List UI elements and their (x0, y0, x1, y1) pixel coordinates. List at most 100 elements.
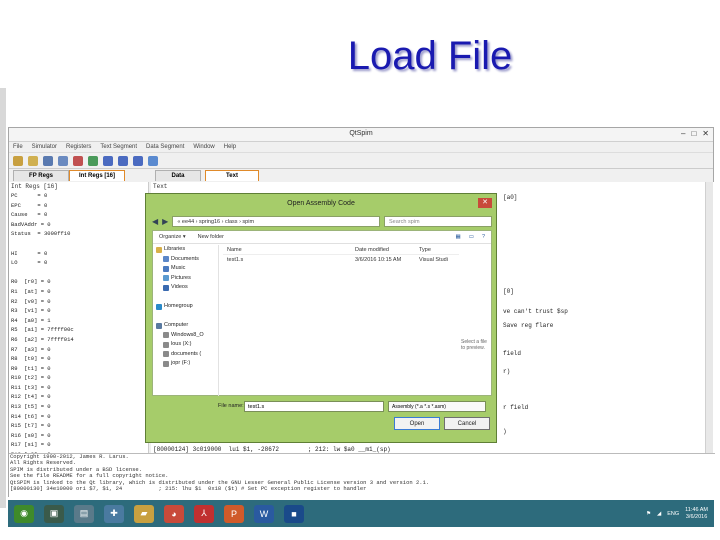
folder-icon[interactable]: ▰ (134, 504, 154, 523)
register-row: R1 [at] = 0 (11, 287, 51, 295)
documents-icon (163, 256, 169, 263)
menubar: File Simulator Registers Text Segment Da… (9, 142, 713, 153)
column-name[interactable]: Name (223, 245, 355, 254)
tab-fp-regs[interactable]: FP Regs (13, 170, 69, 181)
message-log: Copyright 1990-2012, James R. Larus. All… (9, 453, 715, 498)
tab-text[interactable]: Text (205, 170, 259, 181)
tree-node[interactable]: Music (153, 264, 218, 274)
clear-registers-icon[interactable] (73, 155, 83, 166)
print-icon[interactable] (58, 155, 68, 166)
register-row: R4 [a0] = 1 (11, 316, 51, 324)
menu-data-segment[interactable]: Data Segment (146, 144, 184, 150)
clock[interactable]: 11:46 AM 3/6/2016 (685, 507, 708, 521)
tab-data[interactable]: Data (155, 170, 201, 181)
address-bar-row: ◀ ▶ « ee44 › spring16 › class › spim Sea… (152, 214, 492, 228)
register-row: LO = 0 (11, 259, 48, 267)
tree-node-label: Windows8_O (171, 331, 204, 338)
text-line: [a0] (503, 194, 518, 201)
chrome-icon[interactable]: ◕ (164, 504, 184, 523)
monitor-icon[interactable]: ▣ (44, 504, 64, 523)
computer-icon[interactable]: ▤ (74, 504, 94, 523)
stop-icon[interactable] (118, 155, 128, 166)
word-icon[interactable]: W (254, 504, 274, 523)
taskbar-apps: ◉ ▣ ▤ ✚ ▰ ◕ ⅄ P W ■ (14, 504, 304, 523)
file-type-select[interactable]: Assembly (*.a *.s *.asm) (388, 401, 486, 412)
start-icon[interactable]: ◉ (14, 504, 34, 523)
network-icon[interactable]: ✚ (104, 504, 124, 523)
tree-node[interactable]: Pictures (153, 274, 218, 284)
pdf-icon[interactable]: ⅄ (194, 504, 214, 523)
register-row: R12 [t4] = 0 (11, 393, 51, 401)
path-breadcrumb[interactable]: « ee44 › spring16 › class › spim (172, 215, 380, 227)
tree-node[interactable]: jopr (F:) (153, 359, 218, 369)
register-row: R16 [s0] = 0 (11, 431, 51, 439)
menu-simulator[interactable]: Simulator (32, 144, 57, 150)
open-file-dialog: Open Assembly Code ✕ ◀ ▶ « ee44 › spring… (145, 193, 497, 443)
help-icon[interactable]: ? (482, 234, 485, 240)
tree-node[interactable]: Windows8_O (153, 331, 218, 341)
new-folder-button[interactable]: New folder (198, 234, 224, 240)
register-row (9, 239, 148, 249)
menu-text-segment[interactable]: Text Segment (100, 144, 137, 150)
tree-node-label: Homegroup (164, 303, 193, 309)
run-icon[interactable] (88, 155, 98, 166)
tree-node[interactable]: Computer (153, 321, 218, 331)
minimize-icon[interactable]: – (681, 129, 685, 138)
tree-node (153, 293, 218, 303)
maximize-icon[interactable]: □ (691, 129, 696, 138)
tree-node-label: Computer (164, 322, 189, 328)
reinitialize-icon[interactable] (28, 155, 38, 166)
tree-node[interactable]: Homegroup (153, 302, 218, 312)
text-pane-label: Text (153, 183, 168, 190)
file-name-field[interactable]: test1.s (244, 401, 384, 412)
powerpoint-icon[interactable]: P (224, 504, 244, 523)
navigation-tree: Libraries Documents Music Pictures Videos Hom… (153, 245, 219, 396)
dialog-titlebar[interactable]: Open Assembly Code ✕ (146, 194, 496, 212)
qtspim-icon[interactable]: ■ (284, 504, 304, 523)
tree-node[interactable]: Documents (153, 255, 218, 265)
tree-node-label: Documents (171, 255, 199, 262)
organize-button[interactable]: Organize ▾ (159, 234, 186, 240)
menu-window[interactable]: Window (193, 144, 214, 150)
register-row: R2 [v0] = 0 (11, 297, 51, 305)
tree-node[interactable]: documents ( (153, 350, 218, 360)
text-line: field (503, 350, 522, 357)
column-type[interactable]: Type (419, 245, 459, 254)
single-step-icon[interactable] (133, 155, 143, 166)
dialog-toolbar: Organize ▾ New folder ▦ ▭ ? (153, 231, 491, 244)
close-icon[interactable]: ✕ (702, 129, 709, 138)
tree-node-label: lous (X:) (171, 341, 192, 347)
tree-node[interactable]: Videos (153, 283, 218, 293)
file-row[interactable]: test1.s 3/6/2016 10:15 AM Visual Studi (223, 255, 459, 265)
search-input[interactable]: Search spim (384, 215, 492, 227)
tree-node[interactable]: lous (X:) (153, 340, 218, 350)
view-options-icon[interactable]: ▦ (456, 234, 461, 240)
text-scrollbar[interactable] (705, 182, 713, 498)
menu-file[interactable]: File (13, 144, 23, 150)
register-row: R13 [t5] = 0 (11, 403, 51, 411)
taskbar: ◉ ▣ ▤ ✚ ▰ ◕ ⅄ P W ■ ⚑ ◢ ENG 11:46 AM 3/6/2016 (8, 500, 714, 527)
open-button[interactable]: Open (394, 417, 440, 430)
save-log-icon[interactable] (43, 155, 53, 166)
pause-icon[interactable] (103, 155, 113, 166)
load-file-icon[interactable] (13, 155, 23, 166)
forward-icon[interactable]: ▶ (162, 217, 168, 226)
tree-node (153, 312, 218, 322)
tab-int-regs[interactable]: Int Regs [16] (69, 170, 125, 181)
column-date[interactable]: Date modified (355, 245, 419, 254)
app-titlebar[interactable]: QtSpim – □ ✕ (9, 128, 713, 142)
help-icon[interactable] (148, 155, 158, 166)
preview-pane-icon[interactable]: ▭ (469, 234, 474, 240)
drive-icon (163, 341, 169, 348)
cancel-button[interactable]: Cancel (444, 417, 490, 430)
register-row: R11 [t3] = 0 (11, 383, 51, 391)
language-indicator[interactable]: ENG (667, 511, 679, 517)
menu-help[interactable]: Help (224, 144, 236, 150)
slide-title: Load File (347, 34, 513, 78)
flag-icon[interactable]: ⚑ (646, 511, 651, 517)
tree-node[interactable]: Libraries (153, 245, 218, 255)
menu-registers[interactable]: Registers (66, 144, 91, 150)
back-icon[interactable]: ◀ (152, 217, 158, 226)
volume-icon[interactable]: ◢ (657, 511, 661, 517)
dialog-close-icon[interactable]: ✕ (478, 198, 492, 208)
